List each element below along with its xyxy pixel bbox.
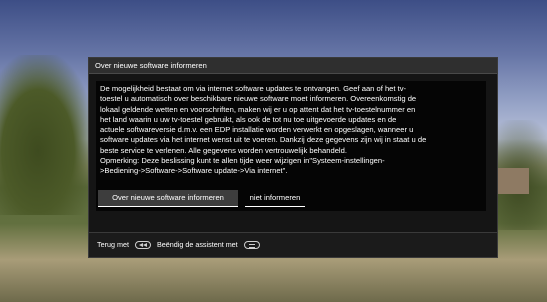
do-not-inform-button[interactable]: niet informeren bbox=[245, 190, 305, 207]
end-label: Beëndig de assistent met bbox=[156, 240, 238, 249]
back-key-icon bbox=[134, 241, 151, 249]
software-update-dialog: Over nieuwe software informeren De mogel… bbox=[88, 57, 498, 258]
dialog-title: Over nieuwe software informeren bbox=[89, 58, 497, 74]
inform-button[interactable]: Over nieuwe software informeren bbox=[98, 190, 238, 207]
back-label: Terug met bbox=[97, 240, 129, 249]
end-key-icon bbox=[243, 241, 260, 249]
tree-left bbox=[0, 55, 95, 215]
dialog-footer: Terug met Beëndig de assistent met bbox=[89, 232, 497, 257]
dialog-body-text: De mogelijkheid bestaat om via internet … bbox=[100, 84, 427, 176]
